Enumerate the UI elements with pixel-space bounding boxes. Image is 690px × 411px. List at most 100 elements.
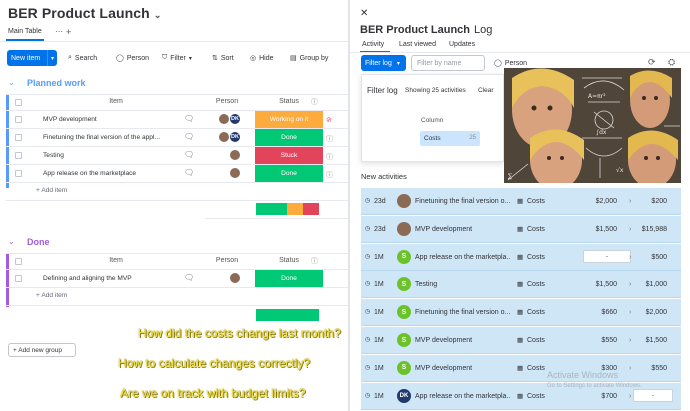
tab-main-table[interactable]: Main Table [8,28,42,35]
log-old-value: $2,000 [595,198,617,205]
table-row[interactable]: App release on the marketplace 🗨 Done ⓘ [6,165,348,183]
group-collapse-icon[interactable]: ⌄ [8,78,15,87]
person-label: Person [504,59,528,67]
column-icon: ▦ [517,253,524,261]
person-filter-button[interactable]: ◯ Person [494,59,528,68]
log-old-value: $1,500 [595,225,617,233]
chevron-down-icon[interactable]: ▾ [47,50,57,66]
add-item-button[interactable]: + Add item [36,292,67,299]
log-row[interactable]: ◷ 23d MVP development ▦ Costs $1,500 › $15,988 [361,215,681,243]
row-checkbox[interactable] [15,152,22,159]
clock-icon: ◷ [365,253,371,260]
svg-text:∫dx: ∫dx [596,129,607,136]
add-item-button[interactable]: + Add item [36,187,67,194]
search-button[interactable]: ⌕ Search [68,54,97,62]
avatar[interactable] [229,149,241,161]
sort-button[interactable]: ⇅ Sort [212,54,234,63]
clear-button[interactable]: Clear [478,87,494,94]
info-icon[interactable]: ⓘ [311,97,318,107]
add-view-button[interactable]: + [66,27,71,37]
tab-activity[interactable]: Activity [362,41,384,48]
table-row[interactable]: Defining and aligning the MVP 🗨 Done [6,270,348,288]
filter-button[interactable]: ⛉ Filter ▾ [162,54,192,62]
info-icon[interactable]: ⓘ [311,256,318,266]
status-badge[interactable]: Done [255,165,323,182]
log-column: Costs [527,364,545,372]
item-name[interactable]: Testing [43,152,183,159]
log-column: Costs [527,281,545,289]
close-icon[interactable]: ✕ [360,8,368,19]
log-row[interactable]: ◷ 1M S Finetuning the final version o... ▦ Co… [361,299,681,327]
add-new-group-button[interactable]: + Add new group [8,343,76,357]
row-checkbox[interactable] [15,134,22,141]
group-by-button[interactable]: ▤ Group by [290,54,328,63]
log-row[interactable]: ◷ 1M S MVP development ▦ Costs $550 › $1,500 [361,327,681,354]
status-summary-bar[interactable] [256,309,319,321]
column-header-item: Item [109,98,123,105]
tab-updates[interactable]: Updates [449,41,475,48]
table-row[interactable]: Testing 🗨 Stuck ⓘ [6,147,348,165]
log-row[interactable]: ◷ 1M S App release on the marketpla... ▦ Cost… [361,243,681,271]
row-checkbox[interactable] [15,170,22,177]
log-time: 1M [374,281,384,289]
tab-last-viewed[interactable]: Last viewed [399,41,436,48]
settings-icon[interactable]: ⛭ [668,57,675,68]
group-title[interactable]: Done [27,237,50,247]
status-badge[interactable]: Working on it [255,111,323,128]
item-name[interactable]: App release on the marketplace [43,170,183,177]
group-by-icon: ▤ [290,55,297,62]
log-item-name: MVP development [415,337,473,344]
status-badge[interactable]: Done [255,129,323,146]
log-new-value: $550 [651,364,667,372]
avatar: S [397,360,411,375]
status-badge[interactable]: Stuck [255,147,323,164]
summary-segment-working [287,203,303,215]
log-row[interactable]: ◷ 1M S MVP development ▦ Costs $300 › $550 [361,354,681,382]
status-badge[interactable]: Done [255,270,323,287]
log-row[interactable]: ◷ 23d Finetuning the final version o... ▦ Co… [361,188,681,215]
avatar[interactable] [229,167,241,179]
log-item-name: MVP development [415,364,473,372]
avatar[interactable]: DK [229,131,241,143]
filter-by-name-input[interactable]: Filter by name [411,55,485,71]
log-new-value: $1,500 [645,337,667,344]
table-row[interactable]: MVP development 🗨 DK Working on it ⊘ [6,111,348,129]
log-new-value: - [633,388,673,402]
board-title[interactable]: BER Product Launch ⌄ [8,5,161,21]
row-checkbox[interactable] [15,275,22,282]
group-title[interactable]: Planned work [27,78,86,88]
group-collapse-icon[interactable]: ⌄ [8,237,15,246]
hide-button[interactable]: ◎ Hide [250,54,274,63]
comment-2-icon[interactable]: 🗨 [184,150,194,159]
chevron-down-icon[interactable]: ⌄ [154,10,162,20]
refresh-icon[interactable]: ⟳ [648,57,656,68]
log-subtitle: Log [474,24,493,36]
tab-menu-icon[interactable]: ⋯ [55,27,63,36]
filter-log-button[interactable]: Filter log ▾ [361,55,406,71]
item-name[interactable]: Defining and aligning the MVP [43,275,183,282]
log-item-name: App release on the marketpla... [415,392,511,400]
select-all-checkbox[interactable] [15,258,22,265]
comment-plus-icon[interactable]: 🗨 [184,273,194,282]
column-option-costs[interactable]: Costs 25 [420,131,480,146]
avatar[interactable]: DK [229,113,241,125]
log-item-name: MVP development [415,225,473,233]
comment-plus-icon[interactable]: 🗨 [184,114,194,123]
log-row[interactable]: ◷ 1M S Testing ▦ Costs $1,500 › $1,000 [361,271,681,299]
comment-2-icon[interactable]: 🗨 [184,132,194,141]
item-name[interactable]: MVP development [43,116,183,123]
avatar[interactable] [229,272,241,284]
chevron-down-icon: ▾ [188,55,192,62]
question-text: How to calculate changes correctly? [118,356,311,370]
item-name[interactable]: Finetuning the final version of the appl… [43,134,183,141]
person-filter-button[interactable]: ◯ Person [116,54,150,63]
table-row[interactable]: Finetuning the final version of the appl… [6,129,348,147]
row-checkbox[interactable] [15,116,22,123]
select-all-checkbox[interactable] [15,99,22,106]
status-summary-bar[interactable] [256,203,319,215]
option-count: 25 [469,135,476,141]
log-new-value: $2,000 [645,309,667,317]
comment-2-icon[interactable]: 🗨 [184,168,194,177]
new-item-button[interactable]: New item ▾ [7,50,57,66]
person-label: Person [126,54,150,62]
